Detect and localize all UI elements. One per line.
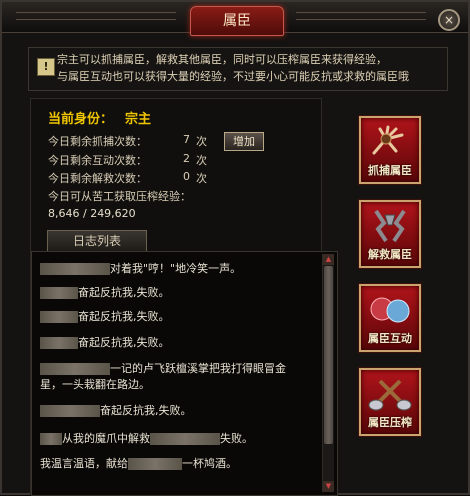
redacted-name [40,433,62,445]
tab-log-list[interactable]: 日志列表 [47,230,147,252]
stat-unit: 次 [196,172,207,185]
stat-value: 0 [183,170,190,183]
log-list[interactable]: 对着我"哼！"地冷笑一声。 奋起反抗我,失败。 奋起反抗我,失败。 奋起反抗我,… [31,251,338,496]
stat-label: 今日剩余抓捕次数： [48,135,147,148]
stat-value: 2 [183,152,190,165]
action-label: 抓捕属臣 [368,164,412,177]
stat-value: 7 [183,133,190,146]
exp-value: 8,646 / 249,620 [48,207,136,220]
notice-text: 宗主可以抓捕属臣，解救其他属臣，同时可以压榨属臣来获得经验， 与属臣互动也可以获… [57,51,447,85]
redacted-name [128,458,182,470]
capture-vassal-button[interactable]: 抓捕属臣 [359,116,421,184]
notice-line-2: 与属臣互动也可以获得大量的经验，不过要小心可能反抗或求救的属臣哦 [57,70,409,83]
scroll-thumb[interactable] [324,266,333,444]
list-item: 奋起反抗我,失败。 [40,308,320,326]
info-notice: ! 宗主可以抓捕属臣，解救其他属臣，同时可以压榨属臣来获得经验， 与属臣互动也可… [28,47,448,91]
action-label: 解救属臣 [368,248,412,261]
log-scrollbar[interactable]: ▲ ▼ [322,254,334,492]
interact-orbs-icon [370,297,410,323]
identity-value: 宗主 [125,112,152,127]
window-title: 属臣 [190,6,284,36]
stat-unit: 次 [196,154,207,167]
redacted-name [40,263,110,275]
exp-label: 今日可从苦工获取压榨经验： [48,190,191,203]
redacted-name [40,311,78,323]
redacted-name [40,287,78,299]
list-item: 奋起反抗我,失败。 [40,334,320,352]
action-label: 属臣压榨 [368,416,412,429]
scroll-down-icon[interactable]: ▼ [323,481,334,492]
rescue-vassal-button[interactable]: 解救属臣 [359,200,421,268]
stat-label: 今日剩余解救次数： [48,172,147,185]
stat-rescue: 今日剩余解救次数： 0 次 [48,170,207,186]
shovels-icon [368,379,412,411]
redacted-name [40,337,78,349]
list-item: 奋起反抗我,失败。 [40,402,320,420]
identity-label: 当前身份： [48,112,114,127]
info-icon: ! [37,58,55,76]
list-item: 从我的魔爪中解救 失败。 [40,430,320,448]
redacted-name [40,405,100,417]
list-item: 奋起反抗我,失败。 [40,284,320,302]
stat-interact: 今日剩余互动次数： 2 次 [48,152,207,168]
list-item: 星，一头栽翻在路边。 [40,378,150,391]
broken-chain-icon [374,209,406,243]
list-item: 我温言温语，献给 一杯鸠酒。 [40,457,237,470]
redacted-name [150,433,220,445]
title-ornament-left [16,12,176,20]
exploit-vassal-button[interactable]: 属臣压榨 [359,368,421,436]
close-icon[interactable]: × [438,9,460,31]
stat-capture: 今日剩余抓捕次数： 7 次 [48,133,207,149]
action-label: 属臣互动 [368,332,412,345]
stat-label: 今日剩余互动次数： [48,154,147,167]
interact-vassal-button[interactable]: 属臣互动 [359,284,421,352]
redacted-name [40,363,110,375]
list-item: 对着我"哼！"地冷笑一声。 [40,260,320,278]
title-ornament-right [296,12,426,20]
add-button[interactable]: 增加 [224,132,264,151]
notice-line-1: 宗主可以抓捕属臣，解救其他属臣，同时可以压榨属臣来获得经验， [57,53,387,66]
stat-unit: 次 [196,135,207,148]
identity-line: 当前身份： 宗主 [48,108,151,127]
claw-icon [372,125,404,155]
vassal-window: 属臣 × ! 宗主可以抓捕属臣，解救其他属臣，同时可以压榨属臣来获得经验， 与属… [0,0,470,496]
scroll-up-icon[interactable]: ▲ [323,254,334,265]
